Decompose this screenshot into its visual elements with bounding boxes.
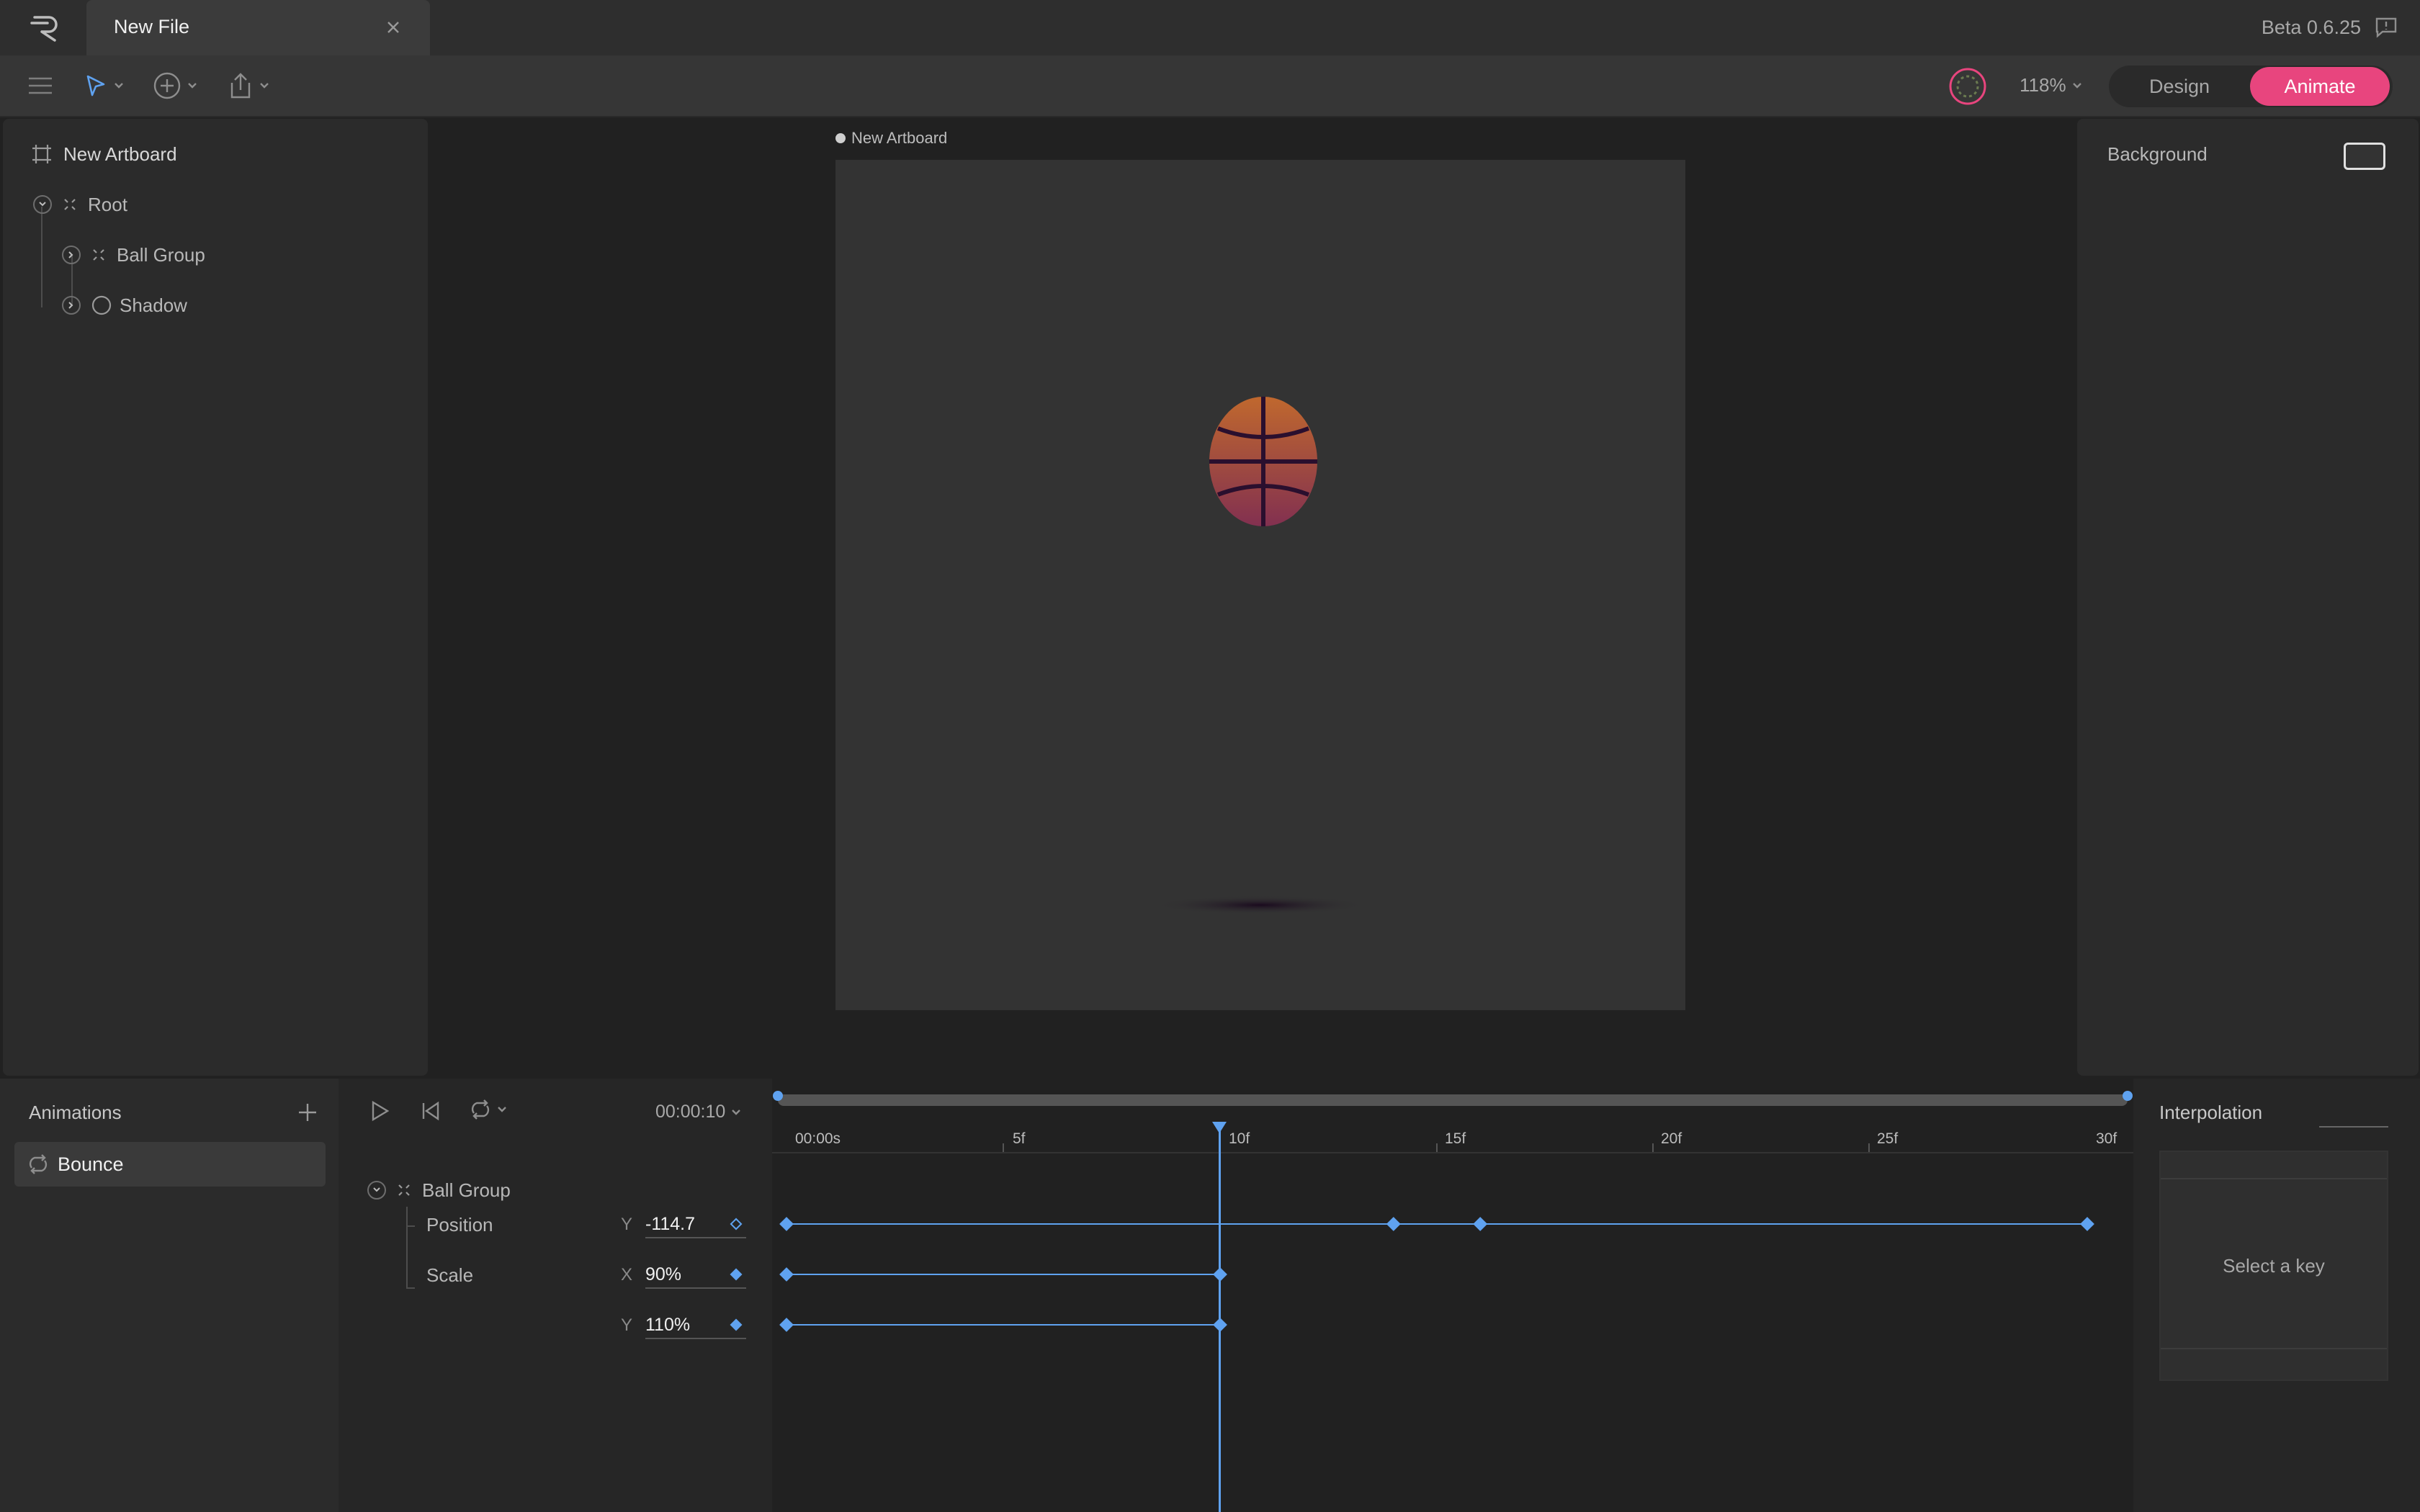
keyframe-diamond[interactable] <box>1473 1217 1488 1231</box>
title-bar: New File Beta 0.6.25 <box>0 0 2420 55</box>
shadow-shape[interactable] <box>1152 894 1368 916</box>
playhead[interactable] <box>1219 1122 1221 1512</box>
animations-title: Animations <box>29 1102 122 1123</box>
collapse-toggle[interactable] <box>367 1181 386 1200</box>
axis-label: Y <box>621 1215 633 1234</box>
animation-item-label: Bounce <box>58 1153 124 1175</box>
chevron-down-icon <box>39 202 46 207</box>
record-icon[interactable] <box>1948 66 1988 107</box>
version-label: Beta 0.6.25 <box>2261 17 2361 38</box>
artboard-name: New Artboard <box>851 129 948 147</box>
interpolation-panel: Interpolation Select a key <box>2135 1079 2420 1512</box>
interpolation-graph: Select a key <box>2159 1151 2388 1381</box>
expand-toggle[interactable] <box>62 246 81 264</box>
chevron-down-icon <box>2072 82 2081 89</box>
file-tab-title: New File <box>114 16 190 37</box>
group-icon <box>93 249 104 261</box>
tree-item-ball-group[interactable]: Ball Group <box>62 240 205 269</box>
zoom-dropdown[interactable]: 118% <box>2020 74 2082 96</box>
group-icon <box>398 1184 410 1196</box>
tree-item-shadow[interactable]: Shadow <box>62 291 187 320</box>
animate-mode-button[interactable]: Animate <box>2250 67 2390 106</box>
property-label-scale: Scale <box>426 1264 474 1286</box>
chevron-right-icon <box>68 302 73 309</box>
tree-item-artboard[interactable]: New Artboard <box>30 140 177 168</box>
chevron-right-icon <box>68 251 73 258</box>
stage-canvas[interactable]: New Artboard <box>431 119 2074 1076</box>
plus-circle-icon <box>153 72 181 99</box>
tree-item-label: Ball Group <box>117 243 205 266</box>
feedback-icon[interactable] <box>2374 16 2398 39</box>
timeline-properties: 00:00:10 Ball Group Position Scale Y X Y… <box>340 1079 771 1512</box>
timeline-group-label: Ball Group <box>422 1179 511 1201</box>
interpolation-empty-message: Select a key <box>2223 1254 2325 1277</box>
loop-mode-button[interactable] <box>468 1099 507 1120</box>
playhead-handle[interactable] <box>1212 1122 1227 1133</box>
tree-item-label: Shadow <box>120 294 187 316</box>
current-time: 00:00:10 <box>655 1102 726 1122</box>
background-color-swatch[interactable] <box>2344 143 2385 170</box>
animation-item-bounce[interactable]: Bounce <box>14 1142 326 1187</box>
export-button[interactable] <box>228 68 269 103</box>
tree-item-label: New Artboard <box>63 143 177 165</box>
loop-icon <box>26 1153 50 1175</box>
basketball-shape[interactable] <box>1208 395 1319 528</box>
timeline-group-row[interactable]: Ball Group <box>367 1176 511 1205</box>
tree-item-root[interactable]: Root <box>33 190 127 219</box>
interpolation-title: Interpolation <box>2159 1102 2263 1123</box>
toolbar: 118% Design Animate <box>0 55 2420 117</box>
add-tool-button[interactable] <box>153 68 197 103</box>
axis-label: Y <box>621 1315 633 1335</box>
rive-logo-icon[interactable] <box>26 13 69 43</box>
chevron-down-icon <box>498 1107 506 1112</box>
skip-to-start-icon[interactable] <box>418 1099 442 1123</box>
select-tool-button[interactable] <box>84 68 124 103</box>
artboard[interactable] <box>835 160 1685 1010</box>
group-icon <box>64 199 76 210</box>
chevron-down-icon <box>188 83 197 89</box>
timeline-graph[interactable]: 00:00s 5f 10f 15f 20f 25f 30f <box>772 1079 2133 1512</box>
play-icon[interactable] <box>367 1099 392 1123</box>
hierarchy-panel: New Artboard Root Ball Group Shadow <box>3 119 428 1076</box>
keyframe-diamond[interactable] <box>779 1217 794 1231</box>
keyframe-tracks[interactable] <box>772 1079 2133 1512</box>
keyframe-diamond[interactable] <box>779 1318 794 1332</box>
chevron-down-icon <box>732 1109 741 1115</box>
chevron-down-icon <box>115 83 123 89</box>
expand-toggle[interactable] <box>62 296 81 315</box>
keyframe-diamond[interactable] <box>779 1267 794 1282</box>
ellipse-icon <box>91 295 112 315</box>
add-animation-icon[interactable] <box>295 1100 320 1125</box>
zoom-value: 118% <box>2020 74 2066 96</box>
mode-toggle: Design Animate <box>2109 66 2393 107</box>
file-tab[interactable]: New File <box>86 0 430 55</box>
axis-label: X <box>621 1265 633 1284</box>
keyframe-diamond[interactable] <box>2080 1217 2094 1231</box>
interpolation-select[interactable] <box>2319 1126 2388 1128</box>
inspector-panel: Background <box>2077 119 2419 1076</box>
share-icon <box>230 73 251 99</box>
collapse-toggle[interactable] <box>33 195 52 214</box>
keyframe-diamond[interactable] <box>1386 1217 1401 1231</box>
background-label: Background <box>2107 143 2208 165</box>
chevron-down-icon <box>260 83 269 89</box>
cursor-icon <box>86 75 105 96</box>
artboard-dot-icon <box>835 133 846 143</box>
menu-icon[interactable] <box>26 68 55 103</box>
tree-item-label: Root <box>88 193 127 215</box>
chevron-down-icon <box>373 1187 380 1192</box>
property-label-position: Position <box>426 1214 493 1236</box>
design-mode-button[interactable]: Design <box>2109 66 2250 107</box>
animations-list: Animations Bounce <box>0 1079 339 1512</box>
close-icon[interactable] <box>383 17 403 37</box>
artboard-icon <box>32 145 51 163</box>
animation-panel: Animations Bounce 00:00:10 Ball Group Po… <box>0 1079 2420 1512</box>
time-display[interactable]: 00:00:10 <box>655 1102 741 1122</box>
artboard-label[interactable]: New Artboard <box>835 129 947 148</box>
loop-icon <box>471 1099 490 1120</box>
